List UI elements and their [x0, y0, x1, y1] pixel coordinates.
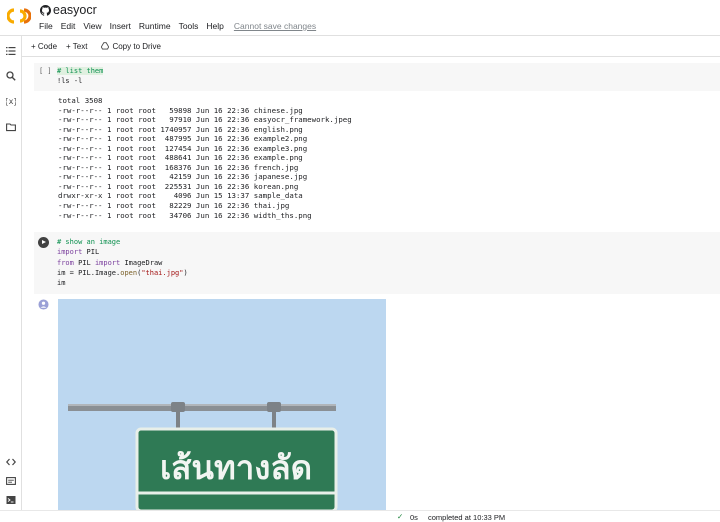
code-text: im [57, 279, 66, 288]
check-icon: ✓ [397, 512, 404, 521]
code-cell-1[interactable]: [ ] # list them !ls -l [34, 63, 720, 91]
add-code-label: + Code [31, 41, 58, 51]
cell-2-comment: # show an image [57, 238, 121, 246]
notebook-toolbar: + Code + Text Copy to Drive [22, 36, 720, 56]
cannot-save-link[interactable]: Cannot save changes [234, 21, 316, 31]
image-output: เส้นทางลัด [58, 299, 386, 511]
output-line: -rw-r--r-- 1 root root 488641 Jun 16 22:… [58, 153, 303, 163]
output-line: -rw-r--r-- 1 root root 82229 Jun 16 22:3… [58, 201, 290, 211]
variables-icon[interactable]: {x} [6, 96, 16, 106]
output-line: -rw-r--r-- 1 root root 97910 Jun 16 22:3… [58, 115, 352, 125]
menu-edit[interactable]: Edit [61, 21, 76, 31]
output-line: -rw-r--r-- 1 root root 127454 Jun 16 22:… [58, 143, 308, 153]
string-literal: "thai.jpg" [141, 268, 184, 277]
run-cell-button[interactable] [38, 237, 49, 248]
svg-text:{x}: {x} [6, 97, 16, 106]
code-cell-2[interactable]: # show an image import PIL from PIL impo… [34, 232, 720, 294]
output-line: -rw-r--r-- 1 root root 42159 Jun 16 22:3… [58, 172, 308, 182]
cell-1-run-brackets[interactable]: [ ] [39, 67, 52, 75]
code-text: = PIL.Image. [65, 268, 121, 277]
street-sign-image: เส้นทางลัด [58, 299, 386, 511]
code-snippets-icon[interactable] [6, 457, 16, 467]
output-line: -rw-r--r-- 1 root root 487995 Jun 16 22:… [58, 134, 308, 144]
keyword: import [57, 248, 83, 257]
function-name: open [120, 268, 138, 277]
output-line: -rw-r--r-- 1 root root 168376 Jun 16 22:… [58, 162, 299, 172]
sign-text: เส้นทางลัด [160, 448, 312, 487]
terminal-icon[interactable] [6, 495, 16, 505]
output-line: drwxr-xr-x 1 root root 4096 Jun 15 13:37… [58, 191, 303, 201]
header: easyocr File Edit View Insert Runtime To… [0, 0, 720, 36]
code-text: ImageDraw [120, 258, 163, 267]
cell-1-command: !ls -l [57, 77, 83, 86]
keyword: import [94, 258, 121, 267]
search-icon[interactable] [6, 71, 16, 81]
output-line: -rw-r--r-- 1 root root 59898 Jun 16 22:3… [58, 105, 303, 115]
folder-icon[interactable] [6, 122, 16, 132]
output-line: total 3508 [58, 96, 103, 105]
cell-2-code[interactable]: # show an image import PIL from PIL impo… [57, 237, 188, 288]
menu-file[interactable]: File [39, 21, 53, 31]
code-text: PIL [73, 258, 95, 267]
add-text-button[interactable]: + Text [66, 42, 87, 51]
add-code-button[interactable]: + Code [31, 42, 57, 51]
status-bar: ✓ 0s completed at 10:33 PM [0, 510, 720, 522]
menu-tools[interactable]: Tools [179, 21, 199, 31]
left-sidebar: {x} [0, 36, 22, 521]
github-icon [40, 5, 51, 16]
add-text-label: + Text [66, 41, 88, 51]
colab-logo-icon[interactable] [7, 7, 31, 25]
keyword: from [57, 258, 74, 267]
output-actions-icon[interactable] [38, 299, 49, 310]
menu-view[interactable]: View [83, 21, 101, 31]
command-palette-icon[interactable] [6, 476, 16, 486]
notebook-title[interactable]: easyocr [53, 3, 97, 17]
toolbar-divider [22, 56, 720, 57]
code-text: PIL [82, 248, 100, 257]
menu-runtime[interactable]: Runtime [139, 21, 171, 31]
menu-insert[interactable]: Insert [110, 21, 131, 31]
cell-1-comment: # list them [57, 67, 104, 75]
copy-to-drive-button[interactable]: Copy to Drive [101, 41, 161, 51]
cell-1-code[interactable]: # list them !ls -l [57, 66, 104, 86]
output-line: -rw-r--r-- 1 root root 1740957 Jun 16 22… [58, 124, 303, 134]
cell-1-output: total 3508 -rw-r--r-- 1 root root 59898 J… [58, 96, 352, 220]
output-line: -rw-r--r-- 1 root root 34706 Jun 16 22:3… [58, 210, 312, 220]
menu-help[interactable]: Help [206, 21, 223, 31]
output-line: -rw-r--r-- 1 root root 225531 Jun 16 22:… [58, 181, 299, 191]
table-of-contents-icon[interactable] [6, 46, 16, 56]
menu-bar: File Edit View Insert Runtime Tools Help… [39, 21, 324, 31]
drive-icon [101, 42, 110, 50]
copy-to-drive-label: Copy to Drive [112, 41, 161, 51]
code-text: ) [183, 268, 188, 277]
